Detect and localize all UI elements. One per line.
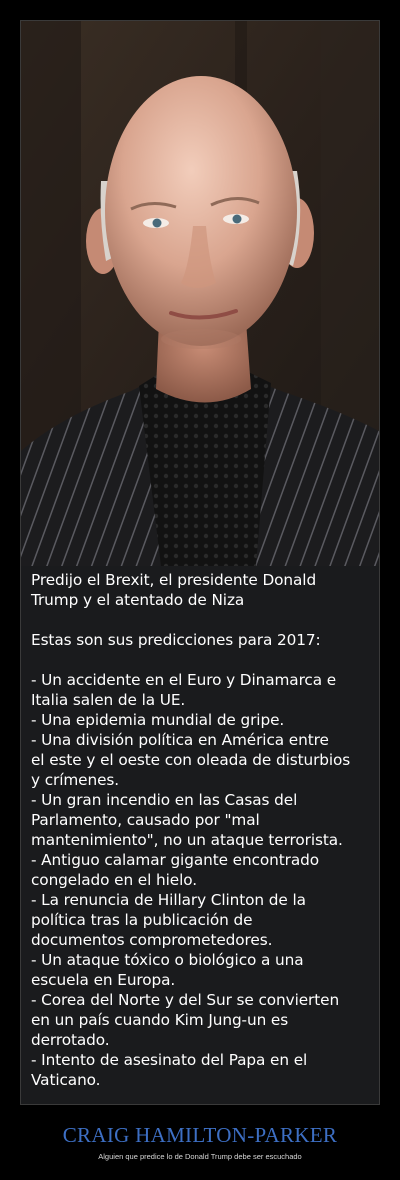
prediction-line: Italia salen de la UE. — [31, 691, 186, 709]
prediction-line: política tras la publicación de — [31, 911, 253, 929]
prediction-line: escuela en Europa. — [31, 971, 176, 989]
prediction-line: - Corea del Norte y del Sur se convierte… — [31, 991, 340, 1009]
prediction-line: derrotado. — [31, 1031, 110, 1049]
intro-line-2: Trump y el atentado de Niza — [31, 591, 245, 609]
prediction-line: - Una epidemia mundial de gripe. — [31, 711, 285, 729]
poster-title: CRAIG HAMILTON-PARKER — [62, 1123, 338, 1147]
prediction-line: el este y el oeste con oleada de disturb… — [31, 751, 351, 769]
prediction-line: y crímenes. — [31, 771, 120, 789]
prediction-line: - Un ataque tóxico o biológico a una — [31, 951, 304, 969]
prediction-line: Parlamento, causado por "mal — [31, 811, 260, 829]
prediction-line: mantenimiento", no un ataque terrorista. — [31, 831, 343, 849]
prediction-line: - Intento de asesinato del Papa en el — [31, 1051, 308, 1069]
poster-frame: Predijo el Brexit, el presidente Donald … — [20, 20, 380, 1105]
poster-caption: Alguien que predice lo de Donald Trump d… — [98, 1152, 302, 1161]
prediction-line: Vaticano. — [31, 1071, 101, 1089]
portrait-photo — [21, 21, 379, 566]
intro-line-1: Predijo el Brexit, el presidente Donald — [31, 571, 317, 589]
predictions-heading: Estas son sus predicciones para 2017: — [31, 631, 321, 649]
prediction-line: - La renuncia de Hillary Clinton de la — [31, 891, 306, 909]
prediction-list: - Un accidente en el Euro y Dinamarca e I… — [31, 670, 376, 1090]
prediction-line: documentos comprometedores. — [31, 931, 273, 949]
prediction-line: - Un gran incendio en las Casas del — [31, 791, 298, 809]
predictions-text: Predijo el Brexit, el presidente Donald … — [31, 570, 376, 1090]
prediction-line: - Antiguo calamar gigante encontrado — [31, 851, 319, 869]
prediction-line: en un país cuando Kim Jung-un es — [31, 1011, 289, 1029]
prediction-line: congelado en el hielo. — [31, 871, 197, 889]
prediction-line: - Una división política en América entre — [31, 731, 329, 749]
prediction-line: - Un accidente en el Euro y Dinamarca e — [31, 671, 337, 689]
